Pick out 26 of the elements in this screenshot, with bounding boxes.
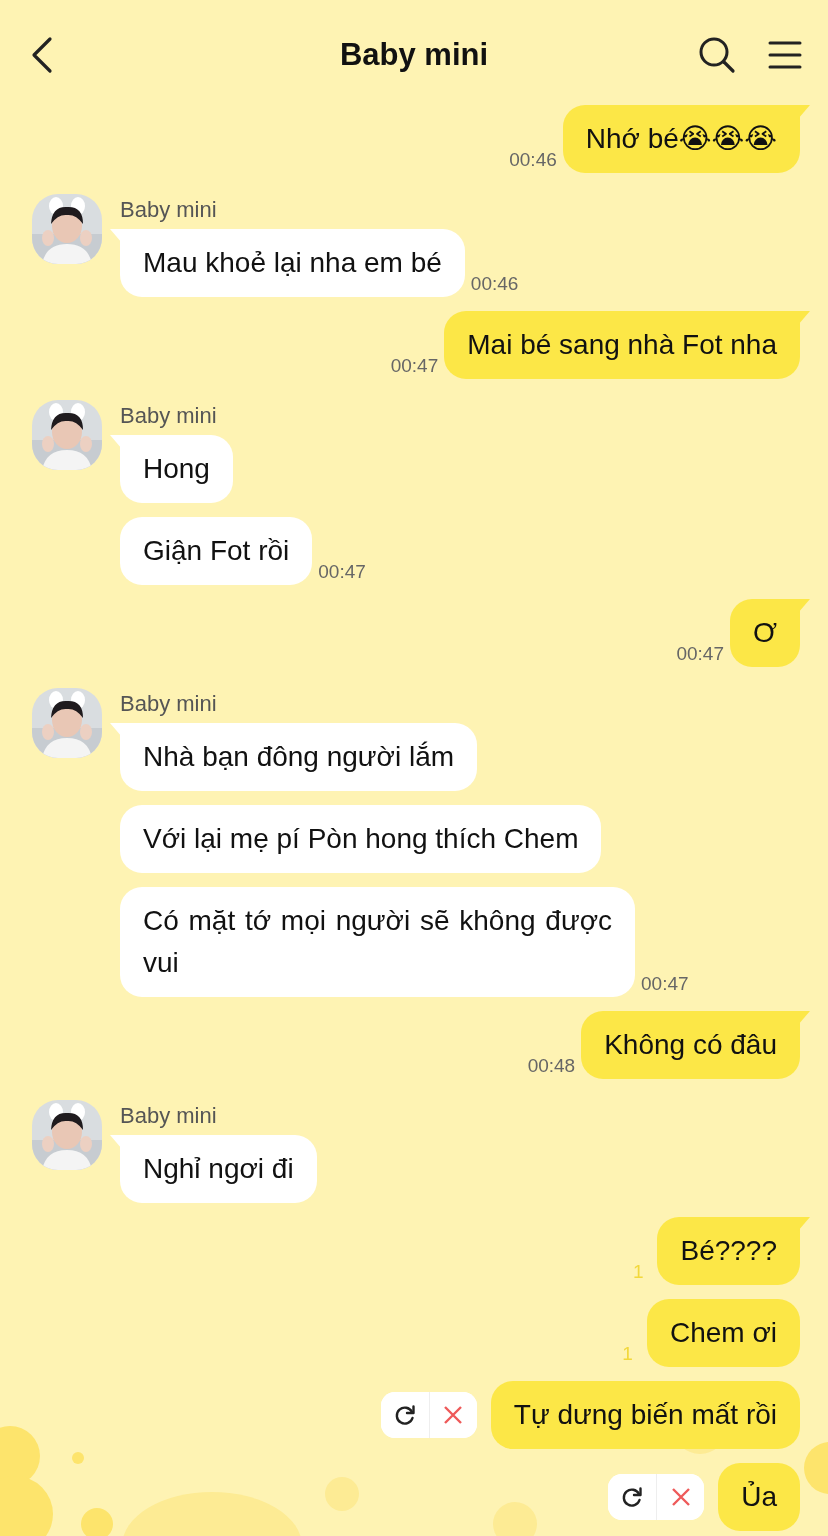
sender-name: Baby mini — [120, 199, 217, 221]
message-time: 00:48 — [527, 1055, 576, 1077]
message-time: 00:46 — [470, 273, 519, 295]
message-bubble: Có mặt tớ mọi người sẽ không được vui — [120, 887, 635, 997]
sender-name: Baby mini — [120, 1105, 217, 1127]
unread-count: 1 — [622, 1343, 633, 1365]
unread-count: 1 — [632, 1261, 644, 1283]
refresh-icon — [393, 1404, 416, 1426]
message-time: 00:47 — [641, 973, 689, 995]
sender-name: Baby mini — [120, 693, 217, 715]
sender-name: Baby mini — [120, 405, 217, 427]
chat-title: Baby mini — [339, 37, 489, 73]
message-bubble: Giận Fot rồi — [120, 517, 313, 585]
refresh-icon — [621, 1486, 644, 1508]
search-icon[interactable] — [698, 36, 736, 74]
message-time: 00:47 — [318, 561, 366, 583]
message-bubble: Với lại mẹ pí Pòn hong thích Chem — [120, 805, 602, 873]
menu-icon[interactable] — [768, 40, 802, 70]
close-icon — [443, 1405, 464, 1425]
close-icon — [670, 1487, 691, 1507]
message-bubble: Tự dưng biến mất rồi — [490, 1381, 800, 1449]
message-bubble: Chem ơi — [646, 1299, 800, 1367]
message-bubble: Ủa — [718, 1463, 800, 1531]
message-time: 00:47 — [676, 643, 724, 665]
message-time: 00:47 — [390, 355, 439, 377]
message-time: 00:46 — [509, 149, 557, 171]
